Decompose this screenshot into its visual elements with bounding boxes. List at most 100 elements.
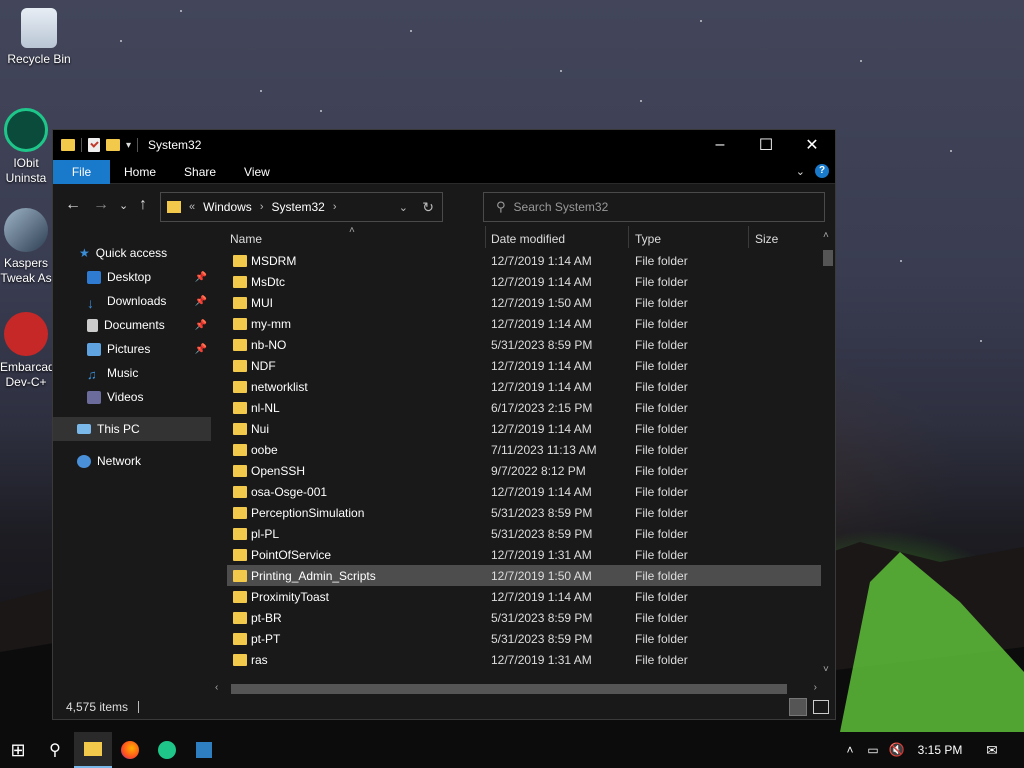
clock[interactable]: 3:15 PM <box>910 732 970 768</box>
desktop-icon-iobit[interactable]: IObit Uninsta <box>0 108 52 186</box>
pin-icon[interactable]: 📌 <box>195 344 207 355</box>
desktop-icon-kaspersky[interactable]: Kaspers Tweak As <box>0 208 52 286</box>
file-row[interactable]: nl-NL 6/17/2023 2:15 PM File folder <box>227 397 821 418</box>
scroll-left-icon[interactable]: ‹ <box>215 682 218 693</box>
nav-network[interactable]: Network <box>53 449 211 473</box>
scroll-thumb[interactable] <box>823 250 833 266</box>
horizontal-scrollbar[interactable]: ‹ › <box>213 682 819 696</box>
column-header-date[interactable]: Date modified <box>491 230 565 248</box>
tab-file[interactable]: File <box>53 159 110 184</box>
file-row[interactable]: oobe 7/11/2023 11:13 AM File folder <box>227 439 821 460</box>
column-header-name[interactable]: Name <box>230 230 262 248</box>
show-hidden-icons-icon[interactable]: ˄ <box>840 732 860 768</box>
file-row[interactable]: MUI 12/7/2019 1:50 AM File folder <box>227 292 821 313</box>
file-row[interactable]: ras 12/7/2019 1:31 AM File folder <box>227 649 821 670</box>
nav-music[interactable]: ♫ Music <box>53 361 211 385</box>
file-row[interactable]: ProximityToast 12/7/2019 1:14 AM File fold… <box>227 586 821 607</box>
folder-icon <box>233 506 247 519</box>
pin-icon[interactable]: 📌 <box>195 272 207 283</box>
close-button[interactable]: ✕ <box>789 130 835 160</box>
file-row[interactable]: my-mm 12/7/2019 1:14 AM File folder <box>227 313 821 334</box>
file-row[interactable]: MSDRM 12/7/2019 1:14 AM File folder <box>227 250 821 271</box>
file-row[interactable]: osa-Osge-001 12/7/2019 1:14 AM File folder <box>227 481 821 502</box>
scroll-thumb[interactable] <box>231 684 787 694</box>
file-row[interactable]: MsDtc 12/7/2019 1:14 AM File folder <box>227 271 821 292</box>
search-box[interactable]: ⚲ <box>483 192 825 222</box>
file-row[interactable]: nb-NO 5/31/2023 8:59 PM File folder <box>227 334 821 355</box>
breadcrumb-separator-icon[interactable]: › <box>333 201 337 213</box>
nav-desktop[interactable]: Desktop 📌 <box>53 265 211 289</box>
tab-home[interactable]: Home <box>110 160 170 184</box>
file-name: Nui <box>251 421 270 436</box>
network-status-icon[interactable]: ▭ <box>862 732 884 768</box>
desktop-icon-devcpp[interactable]: Embarcad Dev-C+ <box>0 312 52 390</box>
nav-downloads[interactable]: ↓ Downloads 📌 <box>53 289 211 313</box>
refresh-icon[interactable]: ↻ <box>422 199 434 216</box>
minimize-button[interactable]: – <box>697 130 743 160</box>
file-row[interactable]: Nui 12/7/2019 1:14 AM File folder <box>227 418 821 439</box>
column-divider[interactable] <box>628 226 629 248</box>
pin-icon[interactable]: 📌 <box>195 296 207 307</box>
breadcrumb-system32[interactable]: System32 <box>271 200 324 214</box>
pin-icon[interactable]: 📌 <box>195 320 207 331</box>
nav-label: Quick access <box>95 246 168 260</box>
search-input[interactable] <box>513 200 804 214</box>
nav-this-pc[interactable]: This PC <box>53 417 211 441</box>
back-arrow-icon[interactable]: ← <box>65 196 81 214</box>
properties-icon[interactable] <box>88 138 100 152</box>
column-header-type[interactable]: Type <box>635 230 661 248</box>
scroll-right-icon[interactable]: › <box>814 682 817 693</box>
notifications-icon[interactable]: ✉ <box>978 732 1006 768</box>
forward-arrow-icon[interactable]: → <box>93 196 109 214</box>
file-row[interactable]: PointOfService 12/7/2019 1:31 AM File fold… <box>227 544 821 565</box>
recent-locations-icon[interactable]: ⌄ <box>119 199 128 212</box>
volume-muted-icon[interactable]: 🔇 <box>886 732 908 768</box>
file-row[interactable]: pt-BR 5/31/2023 8:59 PM File folder <box>227 607 821 628</box>
column-divider[interactable] <box>748 226 749 248</box>
customize-dropdown-icon[interactable]: ▾ <box>126 140 131 151</box>
iobit-icon[interactable] <box>148 732 186 768</box>
up-arrow-icon[interactable]: ↑ <box>139 196 147 214</box>
file-date: 12/7/2019 1:31 AM <box>491 547 592 562</box>
maximize-button[interactable]: ☐ <box>743 130 789 160</box>
file-row[interactable]: NDF 12/7/2019 1:14 AM File folder <box>227 355 821 376</box>
file-type: File folder <box>635 610 688 625</box>
firefox-icon[interactable] <box>112 732 148 768</box>
nav-documents[interactable]: Documents 📌 <box>53 313 211 337</box>
help-icon[interactable]: ? <box>815 164 829 178</box>
details-view-icon[interactable] <box>789 698 807 716</box>
vertical-scrollbar[interactable]: ˄ ˅ <box>821 230 835 675</box>
column-divider[interactable] <box>485 226 486 248</box>
file-type: File folder <box>635 421 688 436</box>
file-row[interactable]: pl-PL 5/31/2023 8:59 PM File folder <box>227 523 821 544</box>
file-row[interactable]: Printing_Admin_Scripts 12/7/2019 1:50 AM F… <box>227 565 821 586</box>
scroll-down-icon[interactable]: ˅ <box>823 664 829 675</box>
expand-ribbon-icon[interactable]: ⌄ <box>796 165 805 178</box>
file-row[interactable]: OpenSSH 9/7/2022 8:12 PM File folder <box>227 460 821 481</box>
file-explorer-icon[interactable] <box>74 732 112 768</box>
breadcrumb-windows[interactable]: Windows <box>203 200 252 214</box>
file-row[interactable]: PerceptionSimulation 5/31/2023 8:59 PM Fil… <box>227 502 821 523</box>
title-bar[interactable]: ▾ System32 – ☐ ✕ <box>53 130 835 160</box>
breadcrumb-separator-icon[interactable]: › <box>260 201 264 213</box>
large-icons-view-icon[interactable] <box>813 700 829 714</box>
tab-share[interactable]: Share <box>170 160 230 184</box>
nav-label: Downloads <box>107 294 167 308</box>
start-icon[interactable]: ⊞ <box>0 732 36 768</box>
nav-quick-access[interactable]: ★ Quick access <box>53 241 211 265</box>
address-dropdown-icon[interactable]: ⌄ <box>399 201 408 214</box>
overflow-chevron-icon[interactable]: « <box>189 201 195 213</box>
nav-pictures[interactable]: Pictures 📌 <box>53 337 211 361</box>
scroll-up-icon[interactable]: ˄ <box>823 230 829 241</box>
new-folder-icon[interactable] <box>106 139 120 151</box>
file-row[interactable]: networklist 12/7/2019 1:14 AM File folder <box>227 376 821 397</box>
devcpp-icon[interactable] <box>186 732 222 768</box>
nav-videos[interactable]: Videos <box>53 385 211 409</box>
tab-view[interactable]: View <box>230 160 284 184</box>
column-header-size[interactable]: Size <box>755 230 778 248</box>
desktop-icon-recycle-bin[interactable]: Recycle Bin <box>0 8 78 67</box>
address-bar[interactable]: « Windows › System32 › ⌄ ↻ <box>160 192 443 222</box>
file-type: File folder <box>635 463 688 478</box>
file-row[interactable]: pt-PT 5/31/2023 8:59 PM File folder <box>227 628 821 649</box>
search-icon[interactable]: ⚲ <box>36 732 74 768</box>
